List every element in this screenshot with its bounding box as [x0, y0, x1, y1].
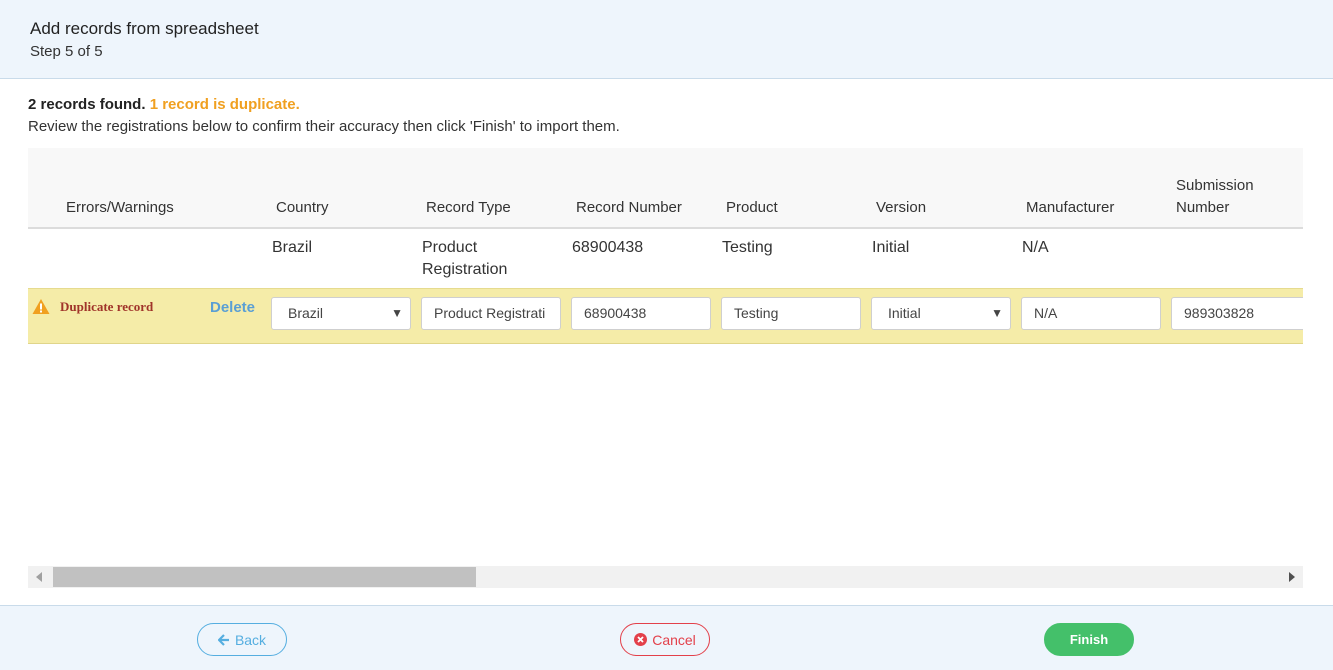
country-select[interactable]: Brazil ▼: [271, 297, 411, 330]
duplicate-count-text: 1 record is duplicate.: [149, 96, 300, 113]
product-input[interactable]: Testing: [721, 297, 861, 330]
existing-country: Brazil: [272, 239, 313, 256]
existing-record-type-line1: Product: [422, 239, 478, 256]
finish-button[interactable]: Finish: [1044, 623, 1134, 656]
column-errors-warnings: Errors/Warnings: [66, 199, 174, 216]
records-found-text: 2 records found.: [28, 96, 146, 113]
column-product: Product: [726, 199, 778, 216]
records-table: Errors/Warnings Country Record Type Reco…: [28, 148, 1303, 558]
table-row-existing: Brazil Product Registration 68900438 Tes…: [28, 229, 1303, 287]
version-select-value: Initial: [888, 305, 921, 321]
column-record-number: Record Number: [576, 199, 682, 216]
existing-record-type-line2: Registration: [422, 261, 508, 278]
step-indicator: Step 5 of 5: [30, 43, 103, 60]
summary-instructions: Review the registrations below to confir…: [28, 118, 620, 135]
duplicate-record-label: Duplicate record: [60, 299, 154, 314]
chevron-down-icon: ▼: [991, 306, 1003, 320]
finish-button-label: Finish: [1069, 632, 1109, 647]
dialog-footer: Back Cancel Finish: [0, 605, 1333, 670]
arrow-left-icon: [217, 633, 229, 646]
warning-icon: [32, 299, 50, 314]
record-type-input[interactable]: Product Registrati: [421, 297, 561, 330]
close-circle-icon: [634, 633, 648, 646]
manufacturer-input[interactable]: N/A: [1021, 297, 1161, 330]
existing-product: Testing: [722, 239, 773, 256]
version-select[interactable]: Initial ▼: [871, 297, 1011, 330]
delete-duplicate-link[interactable]: Delete: [210, 299, 255, 316]
existing-record-number: 68900438: [572, 239, 644, 256]
dialog-header: Add records from spreadsheet Step 5 of 5: [0, 0, 1333, 79]
country-select-value: Brazil: [288, 305, 324, 321]
table-header: Errors/Warnings Country Record Type Reco…: [28, 148, 1303, 229]
existing-manufacturer: N/A: [1022, 239, 1049, 256]
dialog-title: Add records from spreadsheet: [30, 19, 259, 38]
column-submission-line2: Number: [1176, 199, 1230, 216]
column-manufacturer: Manufacturer: [1026, 199, 1115, 216]
table-row-duplicate: Duplicate record Delete Brazil ▼ Product…: [28, 288, 1303, 344]
back-button-label: Back: [234, 631, 267, 648]
column-submission-number: Submission Number: [1176, 175, 1254, 219]
existing-version: Initial: [872, 239, 910, 256]
scrollbar-thumb[interactable]: [53, 567, 476, 587]
existing-record-type: Product Registration: [422, 237, 507, 281]
column-version: Version: [876, 199, 927, 216]
horizontal-scrollbar[interactable]: [28, 566, 1303, 588]
summary-counts: 2 records found. 1 record is duplicate.: [28, 96, 1318, 114]
chevron-down-icon: ▼: [391, 306, 403, 320]
back-button[interactable]: Back: [197, 623, 287, 656]
import-summary: 2 records found. 1 record is duplicate. …: [28, 96, 1318, 137]
column-submission-line1: Submission: [1176, 177, 1254, 194]
cancel-button-label: Cancel: [652, 631, 696, 648]
column-country: Country: [276, 199, 329, 216]
cancel-button[interactable]: Cancel: [620, 623, 710, 656]
submission-number-input[interactable]: 989303828: [1171, 297, 1303, 330]
column-record-type: Record Type: [426, 199, 511, 216]
scroll-right-icon[interactable]: [1289, 572, 1295, 582]
scroll-left-icon[interactable]: [36, 572, 42, 582]
record-number-input[interactable]: 68900438: [571, 297, 711, 330]
